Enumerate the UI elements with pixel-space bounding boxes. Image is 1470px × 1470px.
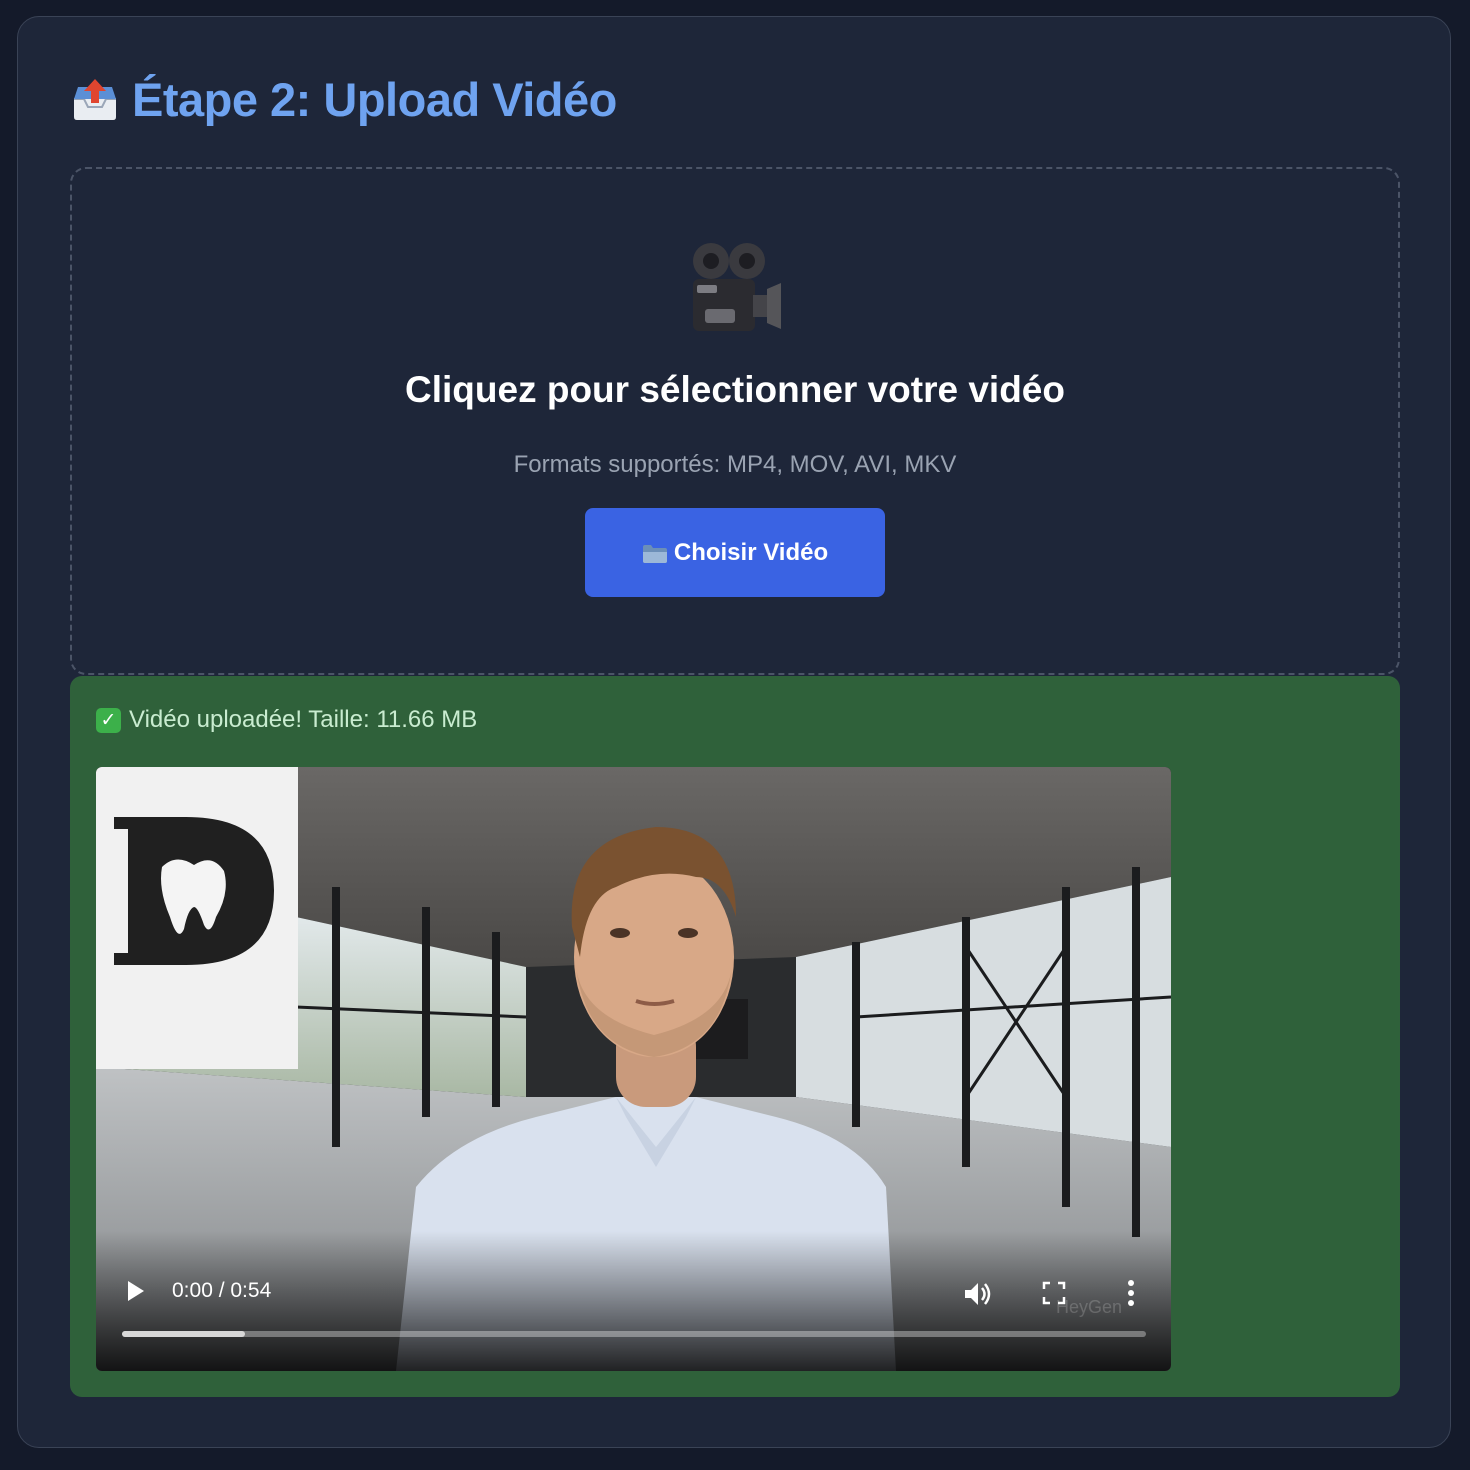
choose-video-button[interactable]: Choisir Vidéo <box>585 508 885 597</box>
volume-icon[interactable] <box>962 1279 992 1309</box>
outbox-tray-icon <box>70 77 120 121</box>
supported-formats: Formats supportés: MP4, MOV, AVI, MKV <box>513 451 957 478</box>
fullscreen-icon[interactable] <box>1042 1281 1066 1305</box>
choose-video-label: Choisir Vidéo <box>673 538 829 566</box>
dropzone-title: Cliquez pour sélectionner votre vidéo <box>405 369 1065 410</box>
upload-step-card: Étape 2: Upload Vidéo Cliquez pour sélec… <box>17 16 1451 1448</box>
playback-time: 0:00 / 0:54 <box>172 1279 272 1302</box>
video-player[interactable]: D HeyGen 0:00 / 0:54 <box>96 767 1171 1371</box>
upload-success-panel: ✓ Vidéo uploadée! Taille: 11.66 MB HeyGe… <box>70 676 1400 1397</box>
buffered-progress <box>122 1331 245 1337</box>
step-heading: Étape 2: Upload Vidéo <box>70 71 617 127</box>
more-options-icon[interactable] <box>1124 1279 1138 1307</box>
folder-icon <box>642 543 668 563</box>
video-dropzone[interactable]: Cliquez pour sélectionner votre vidéo Fo… <box>70 167 1400 675</box>
check-mark-icon: ✓ <box>96 707 121 733</box>
page-title: Étape 2: Upload Vidéo <box>132 72 617 126</box>
progress-bar[interactable] <box>122 1331 1146 1337</box>
upload-status: ✓ Vidéo uploadée! Taille: 11.66 MB <box>96 706 477 734</box>
upload-status-text: Vidéo uploadée! Taille: 11.66 MB <box>129 706 478 733</box>
play-icon[interactable] <box>124 1279 146 1303</box>
movie-camera-icon <box>683 239 783 337</box>
